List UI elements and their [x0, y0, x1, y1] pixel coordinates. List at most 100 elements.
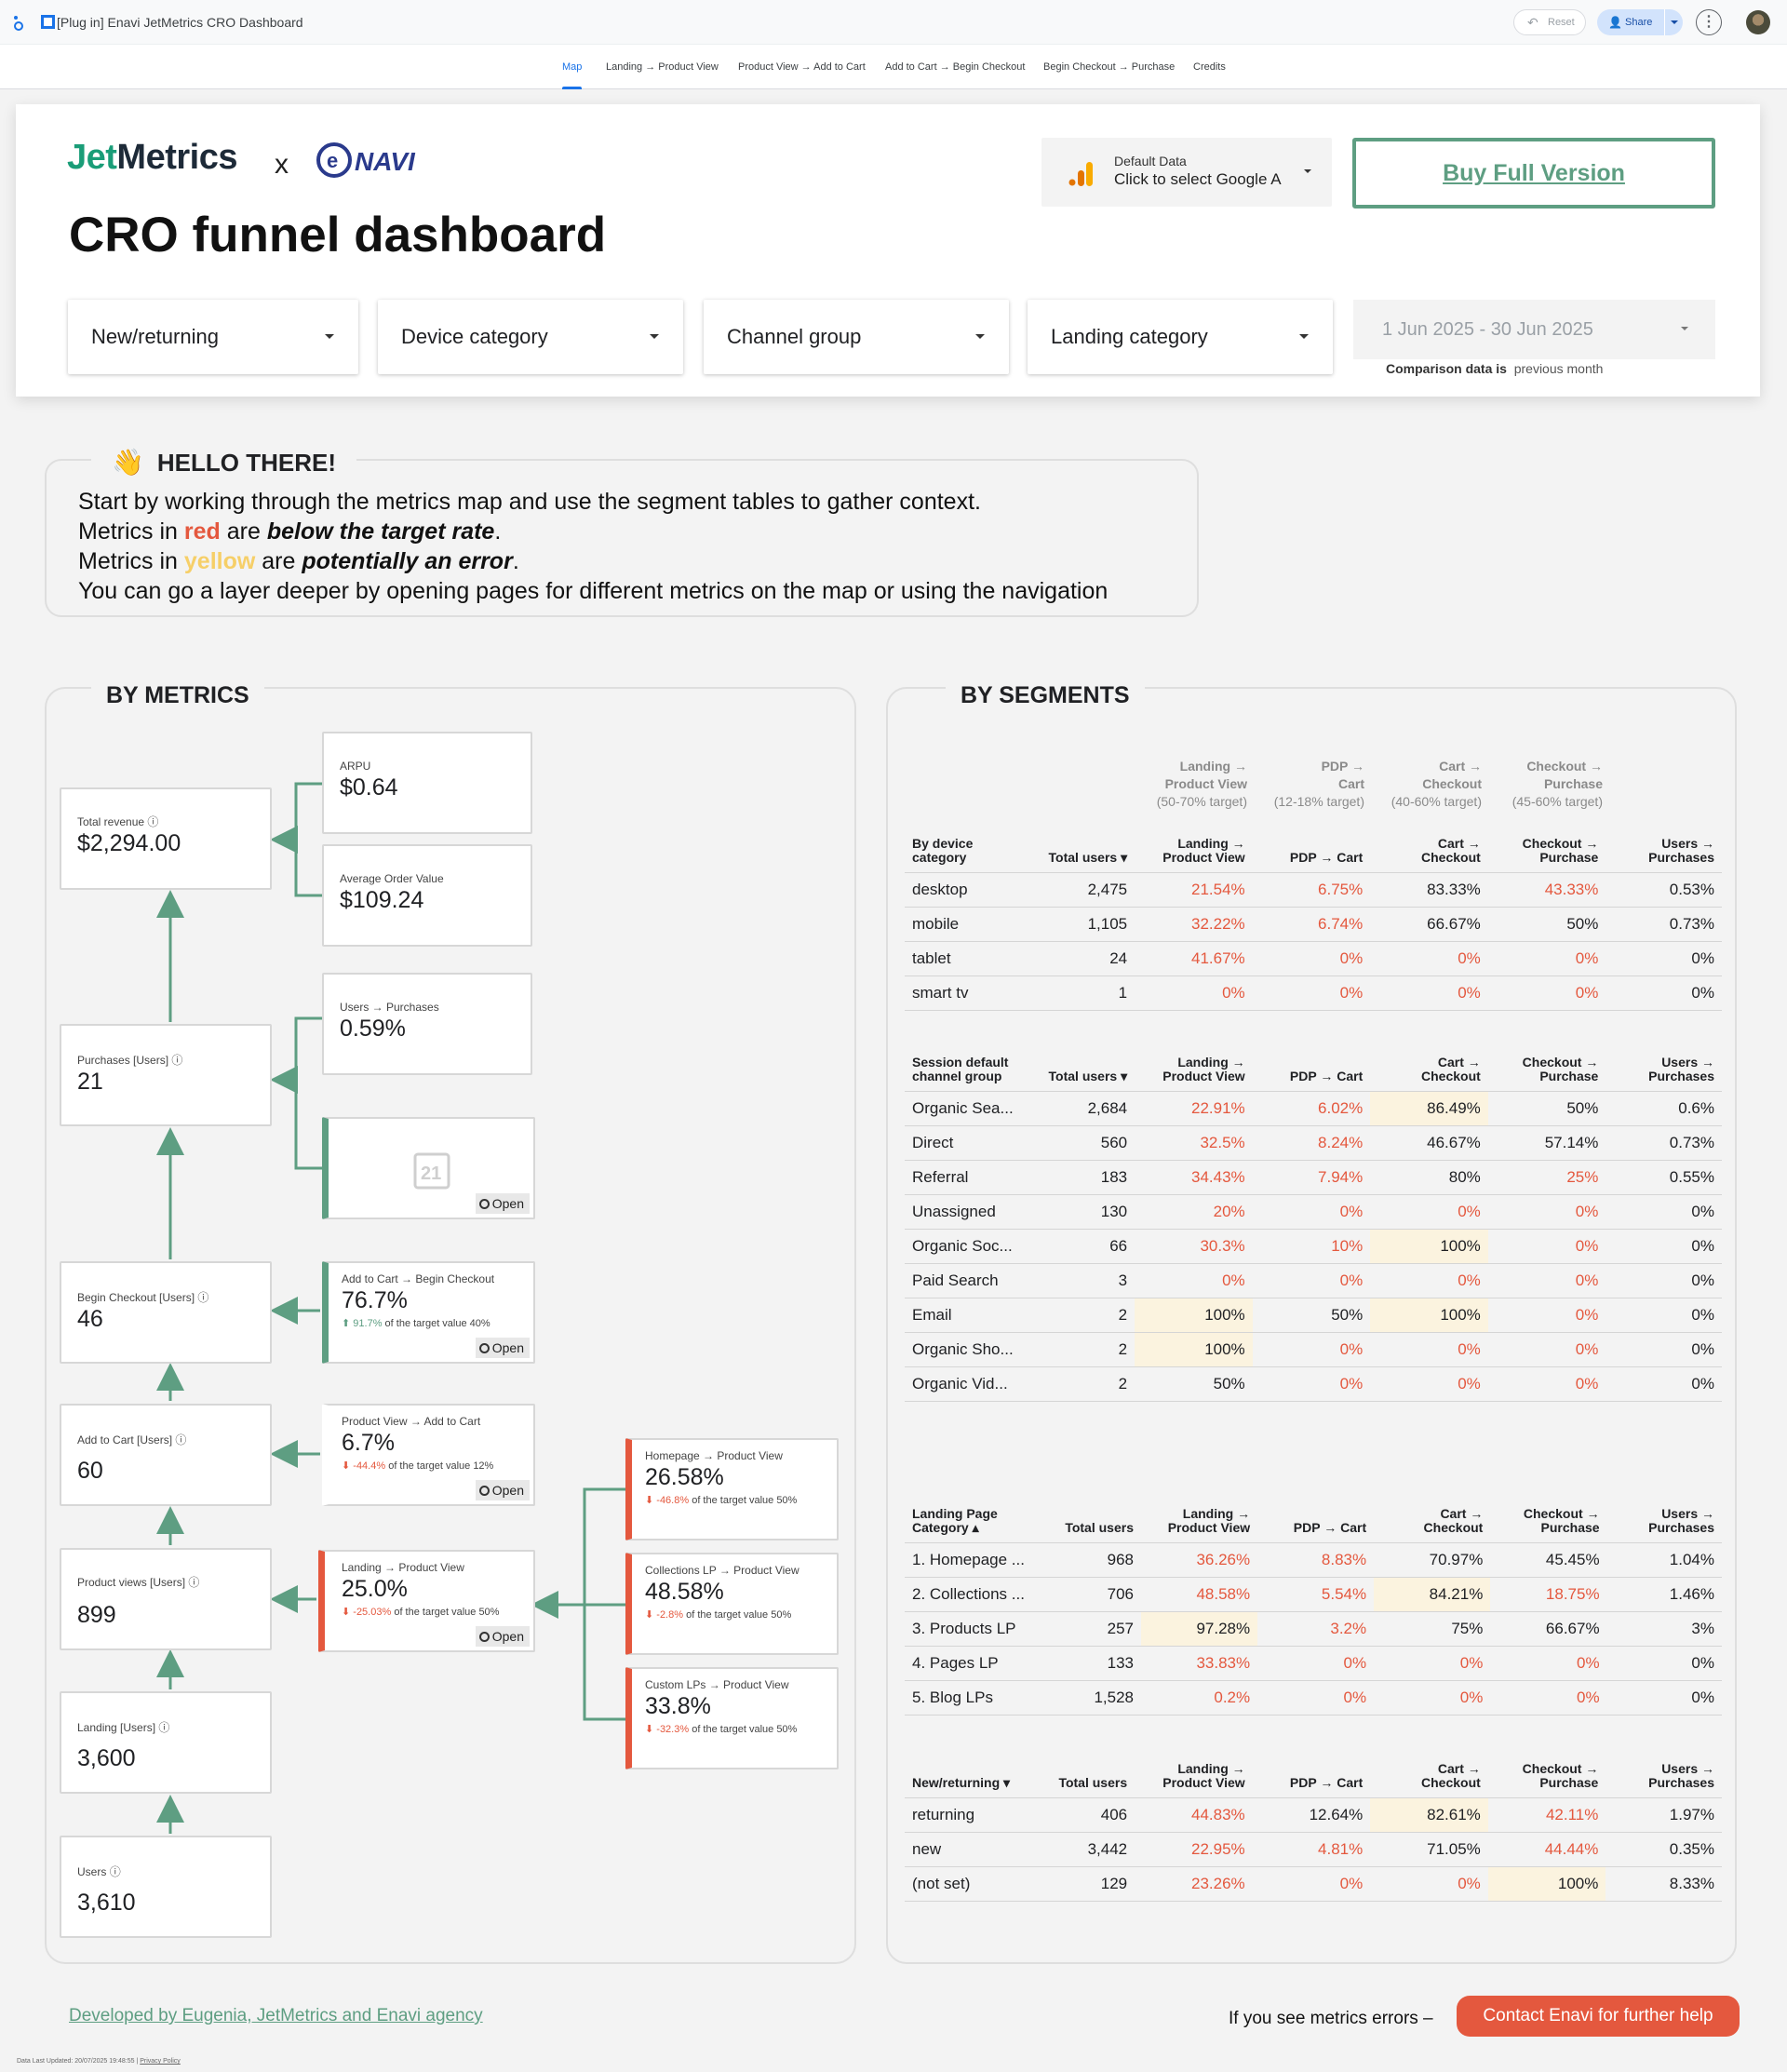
table-row[interactable]: smart tv 1 0% 0% 0% 0% 0% — [905, 975, 1722, 1011]
delta-value: -44.4% — [353, 1460, 386, 1472]
new-returning-table: New/returning ▾ Total users Landing → Prod… — [905, 1758, 1722, 1902]
column-header[interactable]: Total users ▾ — [1025, 833, 1135, 873]
table-cell: 0% — [1606, 1680, 1722, 1715]
column-header[interactable]: Users → Purchases — [1606, 1758, 1722, 1798]
product-views-card[interactable]: Product views [Users] ⓘ 899 — [60, 1548, 272, 1650]
magnifier-icon — [478, 1199, 490, 1209]
table-cell: 23.26% — [1135, 1866, 1253, 1902]
column-header[interactable]: Session default channel group — [905, 1052, 1025, 1092]
purchases-card[interactable]: Purchases [Users] ⓘ 21 — [60, 1024, 272, 1126]
delta-value: -32.3% — [656, 1724, 690, 1735]
card-label: Add to Cart → Begin Checkout — [342, 1272, 495, 1285]
column-header[interactable]: Checkout → Purchase — [1488, 1758, 1606, 1798]
column-header[interactable]: Cart → Checkout — [1370, 1758, 1488, 1798]
card-label: ARPU — [340, 760, 371, 773]
column-header[interactable]: By device category — [905, 833, 1025, 873]
column-header[interactable]: Landing Page Category ▴ — [905, 1503, 1032, 1543]
column-header[interactable]: Cart → Checkout — [1374, 1503, 1490, 1543]
column-header[interactable]: Landing → Product View — [1135, 1052, 1253, 1092]
privacy-policy-link[interactable]: Privacy Policy — [140, 2058, 181, 2065]
table-row[interactable]: (not set) 129 23.26% 0% 0% 100% 8.33% — [905, 1866, 1722, 1902]
table-row[interactable]: tablet 24 41.67% 0% 0% 0% 0% — [905, 941, 1722, 976]
column-header[interactable]: Total users ▾ — [1025, 1052, 1135, 1092]
table-row[interactable]: 4. Pages LP 133 33.83% 0% 0% 0% 0% — [905, 1646, 1722, 1681]
landing-category-table: Landing Page Category ▴ Total users Landin… — [905, 1503, 1722, 1715]
table-row[interactable]: Direct 560 32.5% 8.24% 46.67% 57.14% 0.73% — [905, 1125, 1722, 1161]
column-header[interactable]: Users → Purchases — [1606, 1052, 1722, 1092]
table-cell: 0% — [1490, 1680, 1607, 1715]
landing-card[interactable]: Landing [Users] ⓘ 3,600 — [60, 1691, 272, 1794]
table-row[interactable]: Organic Soc... 66 30.3% 10% 100% 0% 0% — [905, 1229, 1722, 1264]
table-cell: 0% — [1374, 1646, 1491, 1681]
table-row[interactable]: 3. Products LP 257 97.28% 3.2% 75% 66.67% 3% — [905, 1611, 1722, 1647]
product-view-add-to-cart-card[interactable]: Product View → Add to Cart 6.7% ⬇ -44.4%… — [322, 1404, 535, 1506]
table-cell: 1,528 — [1031, 1680, 1141, 1715]
add-to-cart-begin-checkout-card[interactable]: Add to Cart → Begin Checkout 76.7% ⬆ 91.… — [322, 1261, 535, 1364]
table-row[interactable]: returning 406 44.83% 12.64% 82.61% 42.11% 1.97… — [905, 1797, 1722, 1833]
column-header[interactable]: Landing → Product View — [1141, 1503, 1257, 1543]
column-header[interactable]: PDP → Cart — [1257, 1503, 1374, 1543]
table-row[interactable]: Unassigned 130 20% 0% 0% 0% 0% — [905, 1194, 1722, 1230]
column-header[interactable]: Landing → Product View — [1135, 1758, 1253, 1798]
column-header[interactable]: Total users — [1032, 1503, 1141, 1543]
table-row[interactable]: Organic Sho... 2 100% 0% 0% 0% 0% — [905, 1332, 1722, 1367]
column-header[interactable]: New/returning ▾ — [905, 1758, 1025, 1798]
row-label: smart tv — [905, 975, 1025, 1011]
open-button[interactable]: Open — [475, 1626, 530, 1647]
table-row[interactable]: Organic Vid... 2 50% 0% 0% 0% 0% — [905, 1366, 1722, 1402]
target-pdp-cart: PDP → Cart (12-18% target) — [1253, 758, 1364, 811]
column-header[interactable]: Checkout → Purchase — [1488, 833, 1606, 873]
developed-by-link[interactable]: Developed by Eugenia, JetMetrics and Ena… — [69, 2006, 483, 2026]
table-row[interactable]: Organic Sea... 2,684 22.91% 6.02% 86.49% 50% 0… — [905, 1091, 1722, 1126]
column-header[interactable]: PDP → Cart — [1253, 833, 1371, 873]
column-header[interactable]: Users → Purchases — [1606, 833, 1722, 873]
table-cell: 71.05% — [1370, 1832, 1488, 1867]
table-cell: 0% — [1606, 1646, 1722, 1681]
add-to-cart-card[interactable]: Add to Cart [Users] ⓘ 60 — [60, 1404, 272, 1506]
table-row[interactable]: desktop 2,475 21.54% 6.75% 83.33% 43.33% 0.53% — [905, 872, 1722, 908]
table-cell: 968 — [1031, 1542, 1141, 1578]
column-header[interactable]: Total users — [1025, 1758, 1135, 1798]
table-cell: 6.74% — [1252, 907, 1371, 942]
column-header[interactable]: Checkout → Purchase — [1488, 1052, 1606, 1092]
table-row[interactable]: 5. Blog LPs 1,528 0.2% 0% 0% 0% 0% — [905, 1680, 1722, 1715]
table-row[interactable]: Referral 183 34.43% 7.94% 80% 25% 0.55% — [905, 1160, 1722, 1195]
column-header[interactable]: Landing → Product View — [1135, 833, 1253, 873]
row-label: Organic Sea... — [905, 1091, 1025, 1126]
landing-product-view-card[interactable]: Landing → Product View 25.0% ⬇ -25.03% o… — [318, 1550, 535, 1652]
contact-enavi-button[interactable]: Contact Enavi for further help — [1457, 1996, 1740, 2037]
table-row[interactable]: mobile 1,105 32.22% 6.74% 66.67% 50% 0.73% — [905, 907, 1722, 942]
homepage-product-view-card[interactable]: Homepage → Product View 26.58% ⬇ -46.8% … — [625, 1438, 839, 1541]
column-header[interactable]: PDP → Cart — [1253, 1052, 1371, 1092]
svg-text:21: 21 — [421, 1164, 441, 1184]
begin-checkout-card[interactable]: Begin Checkout [Users] ⓘ 46 — [60, 1261, 272, 1364]
open-button[interactable]: Open — [475, 1193, 530, 1214]
users-purchases-card[interactable]: Users → Purchases 0.59% — [322, 973, 532, 1075]
total-revenue-card[interactable]: Total revenue ⓘ $2,294.00 — [60, 787, 272, 890]
open-button[interactable]: Open — [475, 1338, 530, 1358]
t: Checkout — [1422, 776, 1482, 791]
column-header[interactable]: Checkout → Purchase — [1490, 1503, 1606, 1543]
custom-lps-product-view-card[interactable]: Custom LPs → Product View 33.8% ⬇ -32.3%… — [625, 1667, 839, 1769]
card-value: 33.8% — [645, 1693, 711, 1719]
table-row[interactable]: new 3,442 22.95% 4.81% 71.05% 44.44% 0.35% — [905, 1832, 1722, 1867]
column-header[interactable]: Cart → Checkout — [1370, 1052, 1488, 1092]
begin-checkout-purchase-card[interactable]: 21 Open — [322, 1117, 535, 1219]
row-label: Organic Vid... — [905, 1366, 1025, 1402]
column-header[interactable]: PDP → Cart — [1253, 1758, 1371, 1798]
users-card[interactable]: Users ⓘ 3,610 — [60, 1836, 272, 1938]
column-header[interactable]: Users → Purchases — [1607, 1503, 1722, 1543]
table-cell: 50% — [1252, 1298, 1371, 1333]
table-row[interactable]: 2. Collections ... 706 48.58% 5.54% 84.21% 18… — [905, 1577, 1722, 1612]
delta-text: of the target value 50% — [692, 1495, 798, 1506]
arpu-card[interactable]: ARPU $0.64 — [322, 732, 532, 834]
average-order-value-card[interactable]: Average Order Value $109.24 — [322, 844, 532, 947]
open-button[interactable]: Open — [475, 1480, 530, 1500]
column-header[interactable]: Cart → Checkout — [1370, 833, 1488, 873]
card-label: Average Order Value — [340, 872, 444, 885]
table-row[interactable]: 1. Homepage ... 968 36.26% 8.83% 70.97% 45.45… — [905, 1542, 1722, 1578]
table-row[interactable]: Paid Search 3 0% 0% 0% 0% 0% — [905, 1263, 1722, 1298]
table-row[interactable]: Email 2 100% 50% 100% 0% 0% — [905, 1298, 1722, 1333]
collections-product-view-card[interactable]: Collections LP → Product View 48.58% ⬇ -… — [625, 1553, 839, 1655]
target-checkout-purchase: Checkout → Purchase (45-60% target) — [1487, 758, 1603, 811]
